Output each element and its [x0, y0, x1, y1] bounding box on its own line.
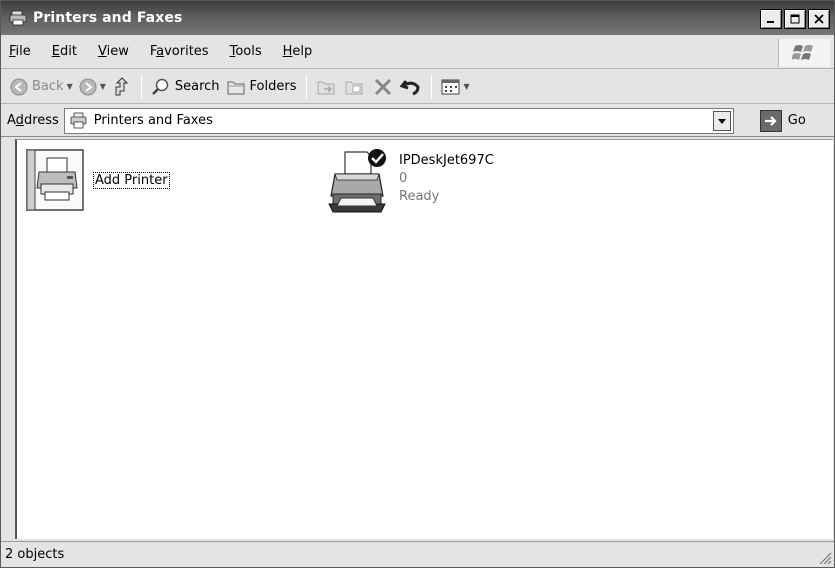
- search-label: Search: [174, 79, 220, 94]
- undo-icon: [399, 79, 420, 95]
- maximize-icon: [790, 14, 800, 24]
- folders-label: Folders: [249, 79, 297, 94]
- printers-folder-icon: [9, 10, 27, 26]
- folders-icon: [227, 81, 245, 94]
- forward-dropdown-icon[interactable]: ▼: [100, 82, 106, 91]
- address-input[interactable]: Printers and Faxes: [63, 107, 734, 134]
- toolbar-separator: [430, 74, 432, 99]
- menu-file[interactable]: File: [9, 44, 31, 59]
- delete-x-icon: [374, 78, 391, 95]
- address-bar: Address Printers and Faxes Go: [1, 105, 834, 137]
- close-icon: [814, 14, 824, 24]
- printer-document-count: 0: [399, 171, 408, 186]
- chevron-down-icon: [717, 118, 726, 124]
- folders-button[interactable]: Folders: [223, 73, 300, 101]
- back-button[interactable]: Back ▼: [7, 73, 76, 101]
- copy-to-button[interactable]: [341, 73, 369, 101]
- title-bar[interactable]: Printers and Faxes: [1, 1, 834, 35]
- forward-button[interactable]: ▼: [76, 73, 109, 101]
- printers-folder-icon: [70, 112, 87, 128]
- menu-favorites[interactable]: Favorites: [150, 44, 209, 59]
- undo-button[interactable]: [397, 73, 425, 101]
- go-label: Go: [787, 113, 806, 128]
- address-value: Printers and Faxes: [93, 113, 213, 128]
- copy-to-icon: [345, 81, 362, 94]
- explorer-window: Printers and Faxes File Edit View Favori…: [0, 0, 835, 568]
- menu-edit[interactable]: Edit: [52, 44, 77, 59]
- menu-help[interactable]: Help: [283, 44, 313, 59]
- resize-grip-icon[interactable]: [818, 551, 832, 565]
- toolbar-separator: [305, 74, 307, 99]
- go-arrow-icon: [759, 109, 782, 132]
- move-to-button[interactable]: [313, 73, 341, 101]
- menu-view[interactable]: View: [98, 44, 129, 59]
- move-to-icon: [317, 81, 334, 94]
- up-folder-button[interactable]: [109, 73, 135, 101]
- add-printer-icon: [26, 149, 84, 211]
- back-arrow-icon: [10, 78, 28, 95]
- toolbar-separator: [140, 74, 142, 99]
- printer-item[interactable]: IPDeskJet697C 0 Ready: [327, 148, 494, 216]
- views-icon: [441, 79, 459, 94]
- standard-toolbar: Back ▼ ▼ Search Folders ▼: [1, 70, 834, 104]
- printer-name: IPDeskJet697C: [399, 153, 494, 168]
- views-dropdown-icon[interactable]: ▼: [464, 82, 470, 91]
- address-label: Address: [7, 113, 59, 128]
- back-label: Back: [32, 79, 64, 94]
- windows-flag-icon: [791, 45, 813, 60]
- menu-bar: File Edit View Favorites Tools Help: [1, 35, 834, 69]
- minimize-icon: [767, 21, 774, 23]
- maximize-button[interactable]: [784, 9, 806, 29]
- delete-button[interactable]: [369, 73, 397, 101]
- menu-tools[interactable]: Tools: [230, 44, 262, 59]
- printer-status: Ready: [399, 189, 440, 204]
- up-folder-icon: [115, 76, 129, 95]
- close-button[interactable]: [808, 9, 830, 29]
- minimize-button[interactable]: [760, 9, 782, 29]
- search-button[interactable]: Search: [148, 73, 223, 101]
- go-button[interactable]: Go: [759, 109, 806, 132]
- back-dropdown-icon[interactable]: ▼: [67, 82, 73, 91]
- add-printer-item[interactable]: Add Printer: [23, 148, 170, 212]
- status-object-count: 2 objects: [5, 547, 65, 562]
- add-printer-label: Add Printer: [93, 172, 170, 189]
- status-bar: 2 objects: [1, 541, 834, 567]
- file-view[interactable]: Add Printer IPDeskJet697C 0 Ready: [15, 139, 833, 539]
- address-dropdown-button[interactable]: [712, 110, 731, 131]
- windows-logo: [778, 39, 830, 67]
- printer-icon: [328, 149, 386, 213]
- window-title: Printers and Faxes: [33, 10, 183, 26]
- search-icon: [151, 78, 169, 95]
- views-button[interactable]: ▼: [438, 73, 473, 101]
- forward-arrow-icon: [79, 78, 97, 95]
